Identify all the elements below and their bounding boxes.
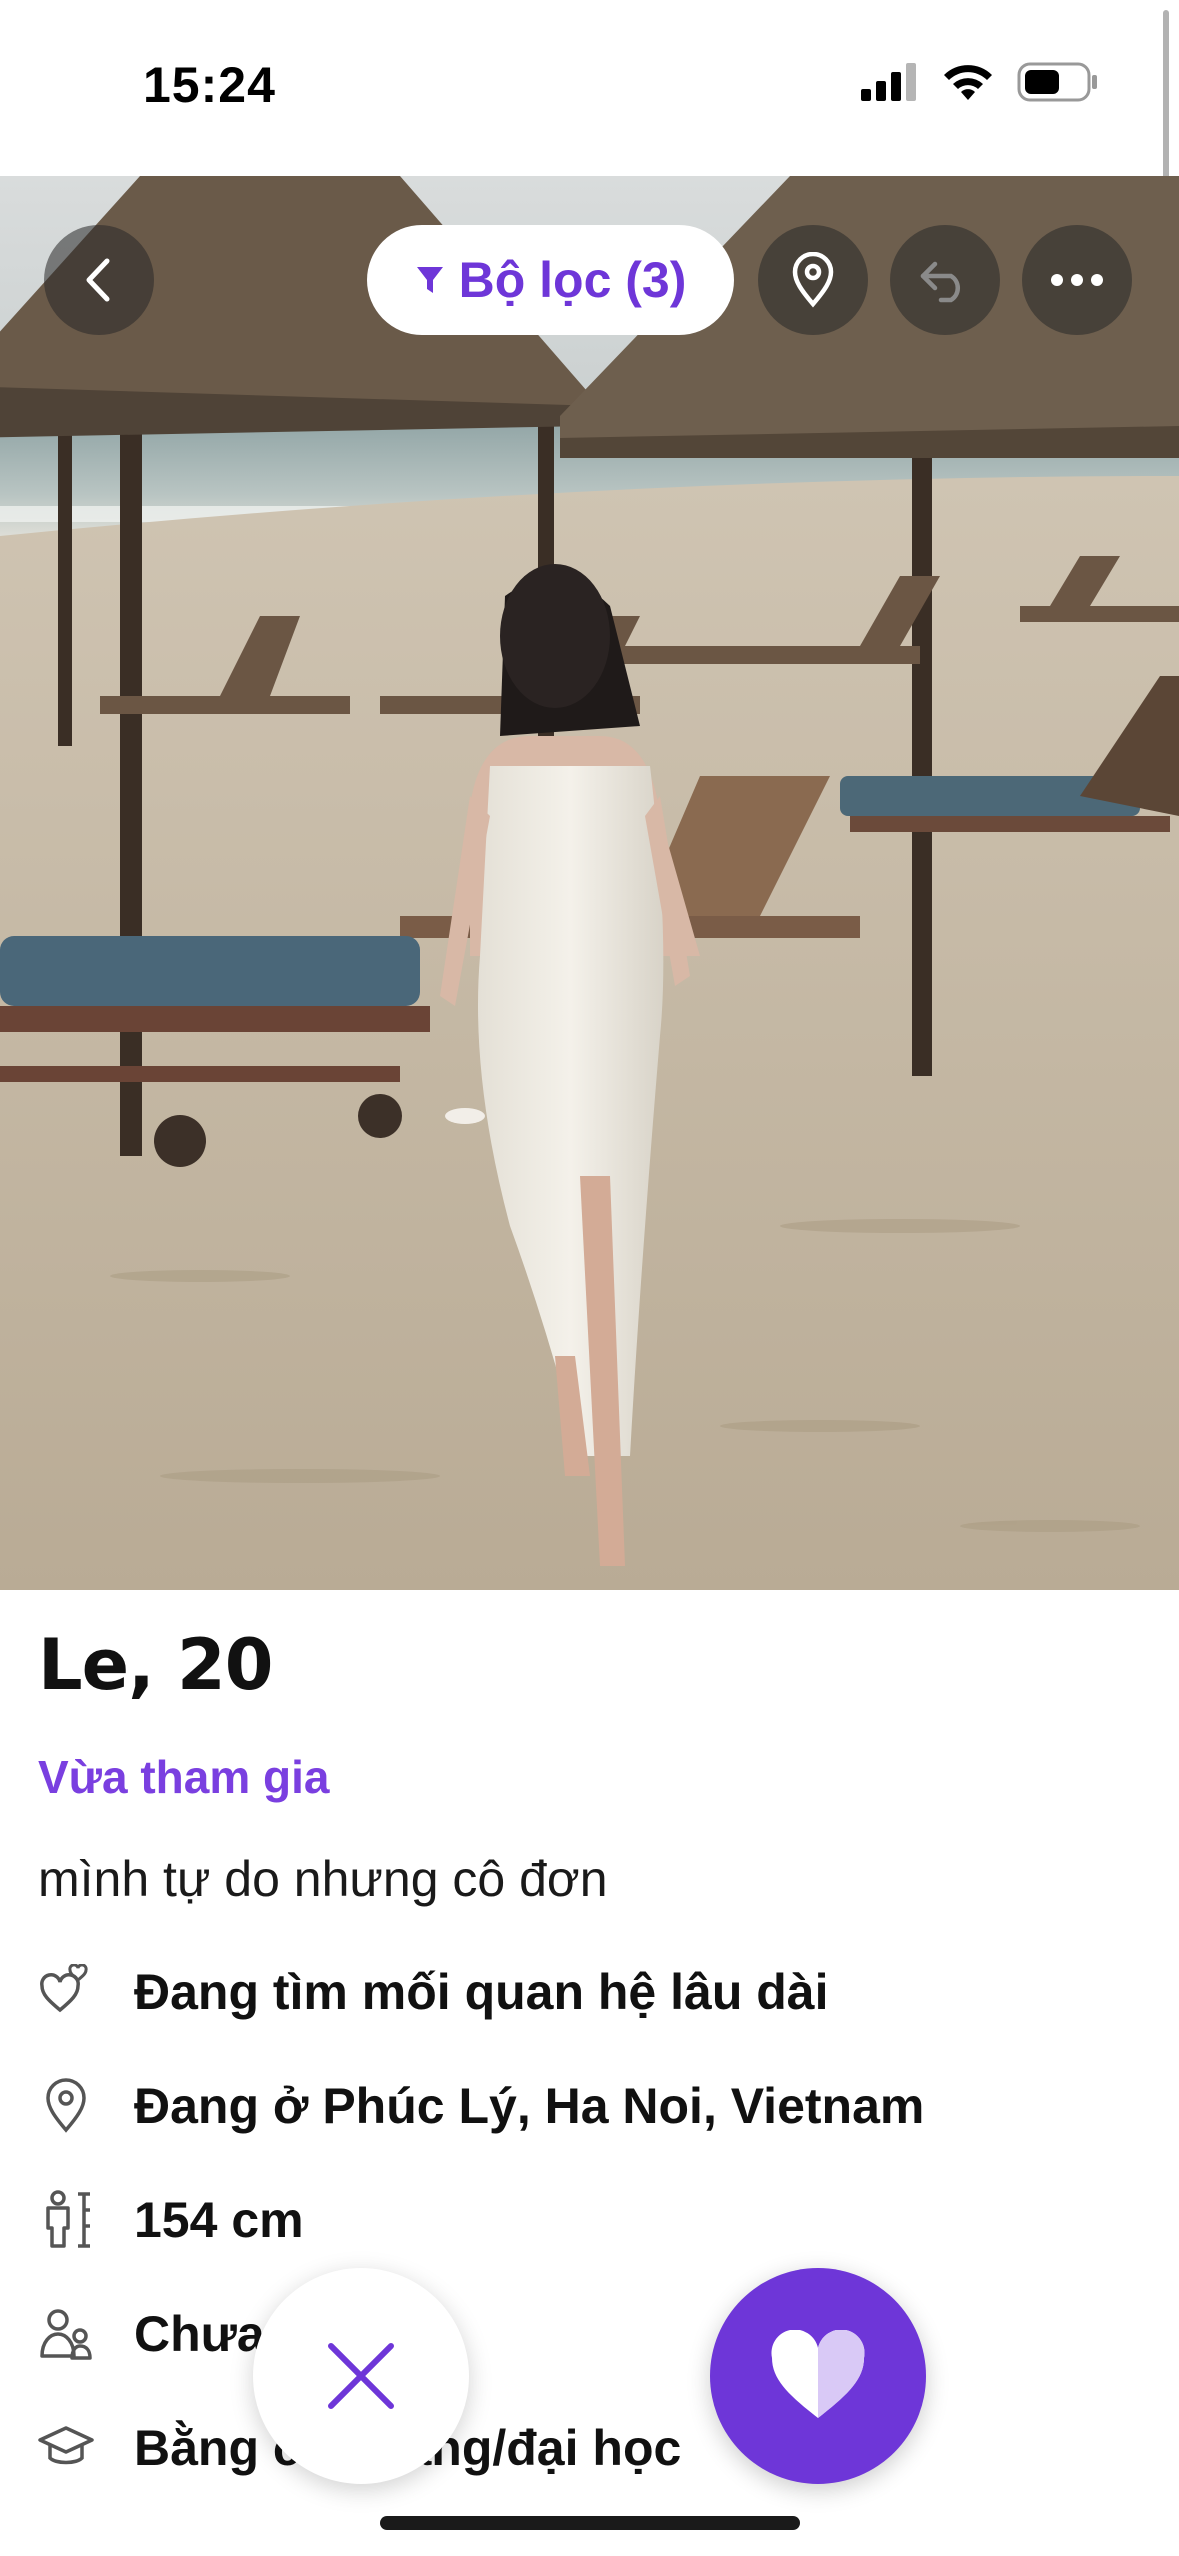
attribute-text: Đang tìm mối quan hệ lâu dài [134, 1964, 829, 2020]
status-bar: 15:24 [0, 0, 1179, 176]
photo-toolbar: Bộ lọc (3) [0, 220, 1179, 340]
home-indicator[interactable] [380, 2516, 800, 2530]
attribute-text: 154 cm [134, 2192, 304, 2248]
undo-button[interactable] [890, 225, 1000, 335]
more-dots-icon [1051, 274, 1103, 286]
battery-icon [1017, 62, 1097, 102]
close-icon [328, 2343, 394, 2409]
profile-bio: mình tự do nhưng cô đơn [38, 1851, 608, 1907]
joined-badge: Vừa tham gia [38, 1751, 330, 1803]
chevron-left-icon [86, 258, 110, 302]
attribute-text: Đang ở Phúc Lý, Ha Noi, Vietnam [134, 2078, 925, 2134]
location-pin-icon [792, 252, 834, 308]
location-button[interactable] [758, 225, 868, 335]
cellular-signal-icon [861, 63, 916, 101]
people-icon [38, 2306, 94, 2362]
wifi-icon [944, 65, 992, 100]
attribute-height: 154 cm [38, 2180, 304, 2260]
attribute-relationship-goal: Đang tìm mối quan hệ lâu dài [38, 1952, 829, 2032]
like-button[interactable] [710, 2268, 926, 2484]
location-pin-icon [38, 2078, 94, 2134]
status-time: 15:24 [143, 57, 276, 113]
attribute-children: Chưa có con [38, 2294, 440, 2374]
more-options-button[interactable] [1022, 225, 1132, 335]
filter-label: Bộ lọc (3) [458, 252, 687, 308]
status-icons [861, 62, 1099, 102]
filter-icon [416, 267, 443, 293]
profile-name-age: Le, 20 [38, 1624, 273, 1706]
undo-icon [920, 261, 961, 303]
heart-icon [771, 2330, 865, 2418]
attribute-location: Đang ở Phúc Lý, Ha Noi, Vietnam [38, 2066, 924, 2146]
hearts-icon [38, 1964, 94, 2020]
beach-photo-illustration [0, 176, 1179, 1590]
profile-photo[interactable] [0, 176, 1179, 1590]
back-button[interactable] [44, 225, 154, 335]
dismiss-button[interactable] [253, 2268, 469, 2484]
filter-button[interactable]: Bộ lọc (3) [367, 225, 734, 335]
height-icon [38, 2190, 94, 2248]
graduation-cap-icon [38, 2420, 94, 2476]
attribute-education: Bằng cao đẳng/đại học [38, 2408, 681, 2488]
profile-info: Le, 20 Vừa tham gia mình tự do nhưng cô … [38, 1624, 1138, 2476]
